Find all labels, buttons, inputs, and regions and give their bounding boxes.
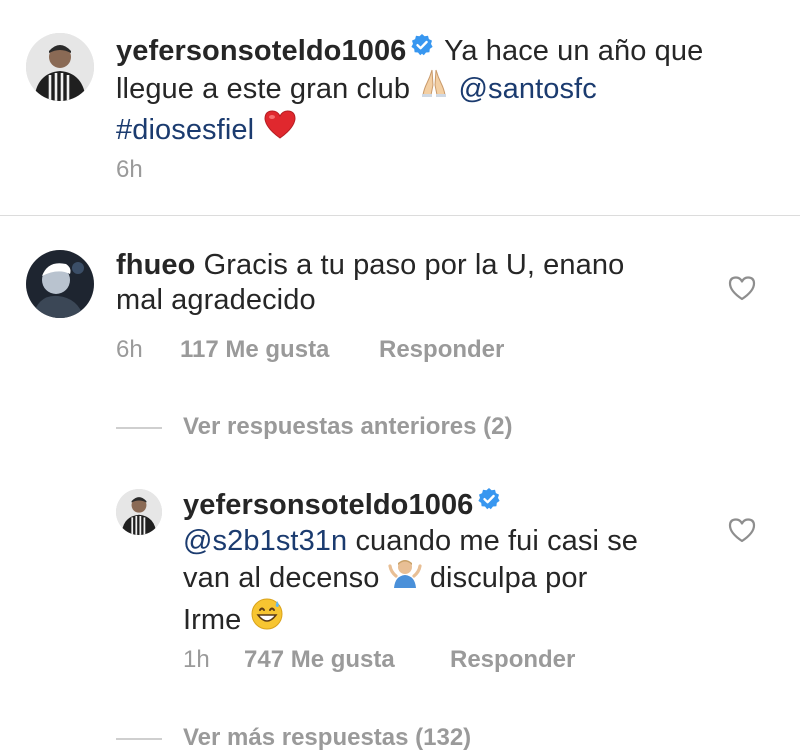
caption-line-2: llegue a este gran club xyxy=(116,73,411,105)
mention-santosfc[interactable]: @santosfc xyxy=(458,73,596,105)
caption-divider xyxy=(0,215,800,216)
post-username[interactable]: yefersonsoteldo1006 xyxy=(116,35,406,67)
reply-username[interactable]: yefersonsoteldo1006 xyxy=(183,489,473,521)
reply-likes[interactable]: 747 Me gusta xyxy=(244,646,395,674)
post-caption: yefersonsoteldo1006 Ya hace un año que l… xyxy=(116,31,776,152)
verified-badge-icon xyxy=(410,31,434,66)
comment-text-line2: mal agradecido xyxy=(116,284,316,316)
reply-comment: yefersonsoteldo1006 @s2b1st31n cuando me… xyxy=(183,485,723,643)
like-heart-icon[interactable] xyxy=(728,275,756,301)
comment-fhueo: fhueo Gracis a tu paso por la U, enano m… xyxy=(116,248,716,318)
reply-text-line3: Irme xyxy=(183,604,242,636)
thread-line-more xyxy=(116,738,162,740)
grinning-sweat-emoji-icon xyxy=(250,597,284,640)
reply-author-avatar[interactable] xyxy=(116,489,162,535)
person-shrugging-emoji-icon xyxy=(388,556,422,597)
reply-reply-button[interactable]: Responder xyxy=(450,646,575,674)
red-heart-emoji-icon xyxy=(262,108,298,149)
post-author-avatar[interactable] xyxy=(26,33,94,101)
view-more-replies[interactable]: Ver más respuestas (132) xyxy=(183,724,471,752)
reply-like-heart-icon[interactable] xyxy=(728,517,756,543)
comment-time: 6h xyxy=(116,336,143,363)
comment-reply-button[interactable]: Responder xyxy=(379,336,504,364)
thread-line xyxy=(116,427,162,429)
pray-emoji-icon xyxy=(418,67,450,108)
verified-badge-icon xyxy=(477,485,501,520)
reply-text-line1: cuando me fui casi se xyxy=(355,524,639,557)
caption-line-1: Ya hace un año que xyxy=(444,35,704,67)
hashtag-diosesfiel[interactable]: #diosesfiel xyxy=(116,114,254,146)
view-previous-replies[interactable]: Ver respuestas anteriores (2) xyxy=(183,413,513,441)
comment-text-line1: Gracis a tu paso por la U, enano xyxy=(203,249,625,281)
reply-text-line2a: van al decenso xyxy=(183,562,380,594)
reply-text-line2b: disculpa por xyxy=(429,562,588,594)
mention-s2b1st31n[interactable]: @s2b1st31n xyxy=(183,525,347,557)
post-time: 6h xyxy=(116,156,143,183)
fhueo-avatar[interactable] xyxy=(26,250,94,318)
comment-username[interactable]: fhueo xyxy=(116,249,195,281)
comment-likes[interactable]: 117 Me gusta xyxy=(180,336,329,364)
reply-time: 1h xyxy=(183,646,210,673)
